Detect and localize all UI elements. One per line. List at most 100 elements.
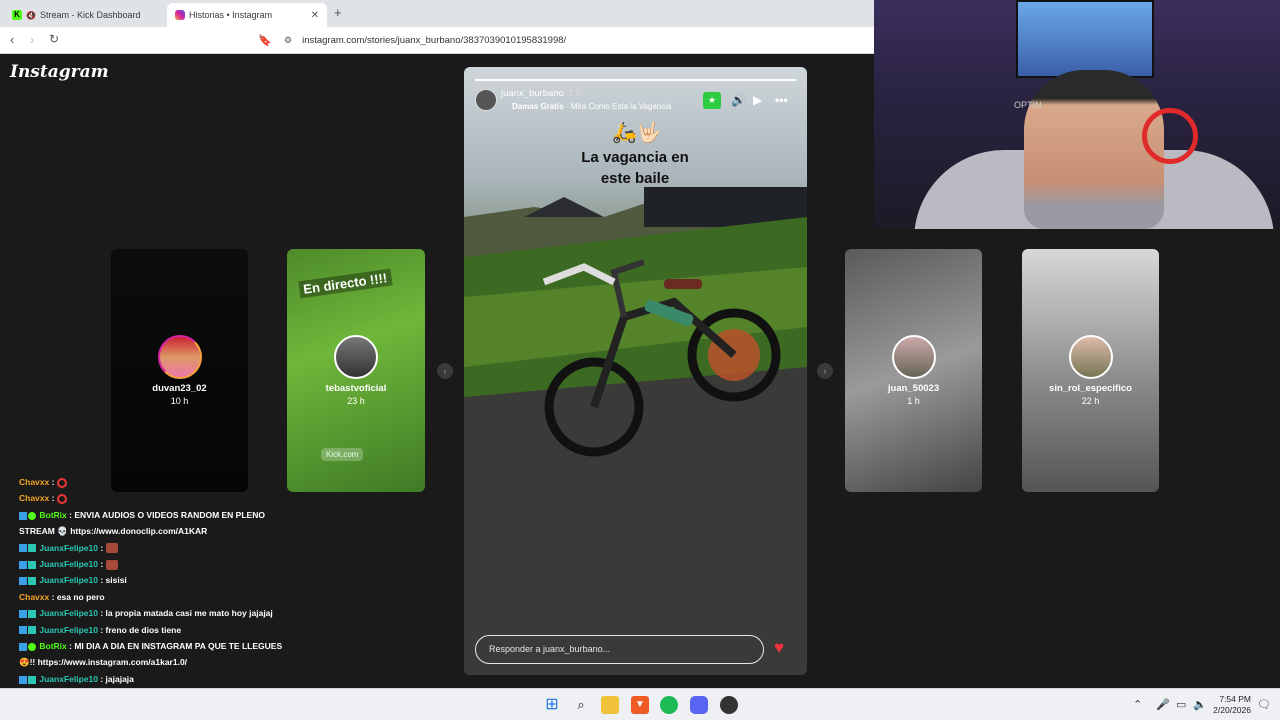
back-arrow-icon[interactable]: ‹: [10, 32, 14, 47]
story-time: 10 h: [170, 396, 189, 406]
like-heart-icon[interactable]: ♥: [774, 638, 784, 658]
taskbar-clock[interactable]: 7:54 PM 2/20/2026: [1213, 694, 1251, 716]
story-caption-line: La vagancia en: [581, 149, 689, 166]
muted-speaker-icon[interactable]: 🔇: [26, 11, 36, 20]
reply-input[interactable]: Responder a juanx_burbano...: [475, 635, 764, 664]
chat-username[interactable]: Chavxx: [19, 592, 49, 602]
chat-username[interactable]: JuanxFelipe10: [39, 575, 98, 585]
chat-message: JuanxFelipe10 : freno de dios tiene: [19, 622, 289, 638]
story-card-sin_rol_especifico[interactable]: sin_rol_especifico 22 h: [1022, 249, 1159, 492]
microphone-icon[interactable]: 🎤: [1156, 698, 1170, 711]
story-time: 23 h: [347, 396, 365, 406]
next-story-arrow-icon[interactable]: ›: [817, 363, 833, 379]
chat-badge-icon: [19, 560, 27, 569]
chat-username[interactable]: BotRix: [39, 510, 66, 520]
file-explorer-icon[interactable]: [601, 696, 619, 714]
chat-username[interactable]: JuanxFelipe10: [39, 674, 98, 684]
chat-username[interactable]: BotRix: [39, 641, 66, 651]
chat-message: BotRix : MI DIA A DIA EN INSTAGRAM PA QU…: [19, 638, 289, 671]
music-artist: Damas Gratis: [512, 102, 564, 111]
streamer-face: [1024, 70, 1164, 229]
address-bar[interactable]: 🔖 ⚙ instagram.com/stories/juanx_burbano/…: [258, 31, 868, 50]
chat-separator: :: [49, 493, 57, 504]
avatar: [334, 335, 378, 379]
bookmark-icon[interactable]: 🔖: [258, 34, 272, 47]
story-card-juan_50023[interactable]: juan_50023 1 h: [845, 249, 982, 492]
background-tv: [1016, 0, 1154, 78]
chat-username[interactable]: Chavxx: [19, 493, 49, 503]
network-icon[interactable]: ▭: [1176, 698, 1186, 711]
chat-username[interactable]: JuanxFelipe10: [39, 625, 98, 635]
chat-message: JuanxFelipe10 :: [19, 540, 289, 556]
avatar: [157, 335, 202, 379]
story-overlay-text: En directo !!!!: [298, 268, 393, 299]
main-story-viewer[interactable]: juanx_burbano 1 h Damas Gratis · Mira Com…: [464, 67, 807, 675]
chevron-up-icon[interactable]: ⌃: [1133, 698, 1142, 711]
story-progress-bar: [475, 79, 796, 81]
story-author-username[interactable]: juanx_burbano: [501, 88, 564, 99]
avatar: [1068, 335, 1113, 379]
notifications-icon[interactable]: 🗨: [1257, 698, 1271, 711]
chat-badge-icon: [19, 544, 27, 553]
search-icon[interactable]: ⌕: [572, 696, 590, 714]
chat-badge-icon: [28, 511, 36, 520]
url-text: instagram.com/stories/juanx_burbano/3837…: [302, 35, 567, 46]
play-icon[interactable]: ▶: [753, 93, 762, 107]
reload-icon[interactable]: ↻: [49, 32, 59, 46]
site-info-icon[interactable]: ⚙: [284, 35, 292, 46]
close-friends-star-icon: ★: [703, 92, 721, 109]
windows-taskbar: ⊞ ⌕ ▼ ⌃ 🎤 ▭ 🔈 7:54 PM 2/20/2026 🗨: [0, 688, 1280, 720]
chat-message: JuanxFelipe10 : la propia matada casi me…: [19, 605, 289, 621]
browser-tab-strip: K 🔇 Stream - Kick Dashboard Historias • …: [0, 0, 874, 27]
chat-badge-icon: [19, 610, 27, 618]
story-time: 1 h: [907, 396, 920, 406]
chat-username[interactable]: JuanxFelipe10: [39, 559, 98, 569]
chat-message: Chavxx :: [19, 474, 289, 490]
chat-badge-icon: [28, 626, 36, 635]
more-options-icon[interactable]: •••: [775, 93, 788, 107]
story-card-tebastvoficial[interactable]: En directo !!!! tebastvoficial 23 h Kick…: [287, 249, 425, 492]
avatar: [891, 335, 936, 379]
chat-username[interactable]: JuanxFelipe10: [39, 608, 98, 618]
tab-label: Stream - Kick Dashboard: [39, 10, 141, 20]
new-tab-button[interactable]: +: [334, 5, 342, 20]
brave-browser-icon[interactable]: ▼: [631, 696, 649, 714]
story-overlay-sticker: Kick.com: [321, 448, 364, 461]
discord-icon[interactable]: [690, 696, 708, 714]
forward-arrow-icon[interactable]: ›: [30, 32, 34, 47]
chat-text: sisisi: [105, 575, 127, 586]
prev-story-arrow-icon[interactable]: ‹: [437, 363, 453, 379]
close-tab-icon[interactable]: ✕: [311, 10, 319, 21]
story-author-avatar[interactable]: [475, 89, 497, 111]
obs-icon[interactable]: [720, 696, 738, 714]
story-card-duvan23_02[interactable]: duvan23_02 10 h: [111, 249, 248, 492]
story-username: tebastvoficial: [325, 383, 387, 394]
chat-emote-icon: [56, 477, 67, 488]
instagram-logo[interactable]: Instagram: [10, 62, 109, 82]
stream-chat-overlay: Chavxx : Chavxx : BotRix : ENVIA AUDIOS …: [19, 474, 289, 687]
chat-username[interactable]: JuanxFelipe10: [39, 543, 98, 553]
story-music[interactable]: Damas Gratis · Mira Como Esta la Vaganci…: [512, 102, 672, 111]
chat-emote-icon: [105, 559, 118, 570]
chat-separator: :: [97, 608, 106, 619]
chat-emote-icon: [56, 494, 67, 505]
chat-username[interactable]: Chavxx: [19, 477, 49, 487]
chat-message: JuanxFelipe10 :: [19, 556, 289, 572]
chat-badge-icon: [28, 560, 36, 569]
tab-instagram-stories[interactable]: Historias • Instagram ✕: [167, 3, 327, 27]
spotify-icon[interactable]: [660, 696, 678, 714]
story-author: juanx_burbano 1 h: [501, 88, 581, 99]
tab-kick-dashboard[interactable]: K 🔇 Stream - Kick Dashboard: [4, 3, 164, 27]
music-title: Mira Como Esta la Vagancia: [570, 102, 672, 111]
story-username: juan_50023: [887, 383, 940, 394]
story-time: 22 h: [1081, 396, 1100, 406]
chat-emote-icon: [105, 543, 118, 554]
speaker-icon[interactable]: 🔈: [1193, 698, 1207, 711]
chat-separator: :: [49, 477, 57, 487]
chat-badge-icon: [19, 642, 27, 651]
windows-start-icon[interactable]: ⊞: [543, 696, 561, 714]
volume-icon[interactable]: 🔊: [731, 93, 746, 107]
chat-badge-icon: [19, 511, 27, 520]
no-sign-decoration: [1142, 108, 1198, 164]
tab-label: Historias • Instagram: [189, 10, 273, 20]
